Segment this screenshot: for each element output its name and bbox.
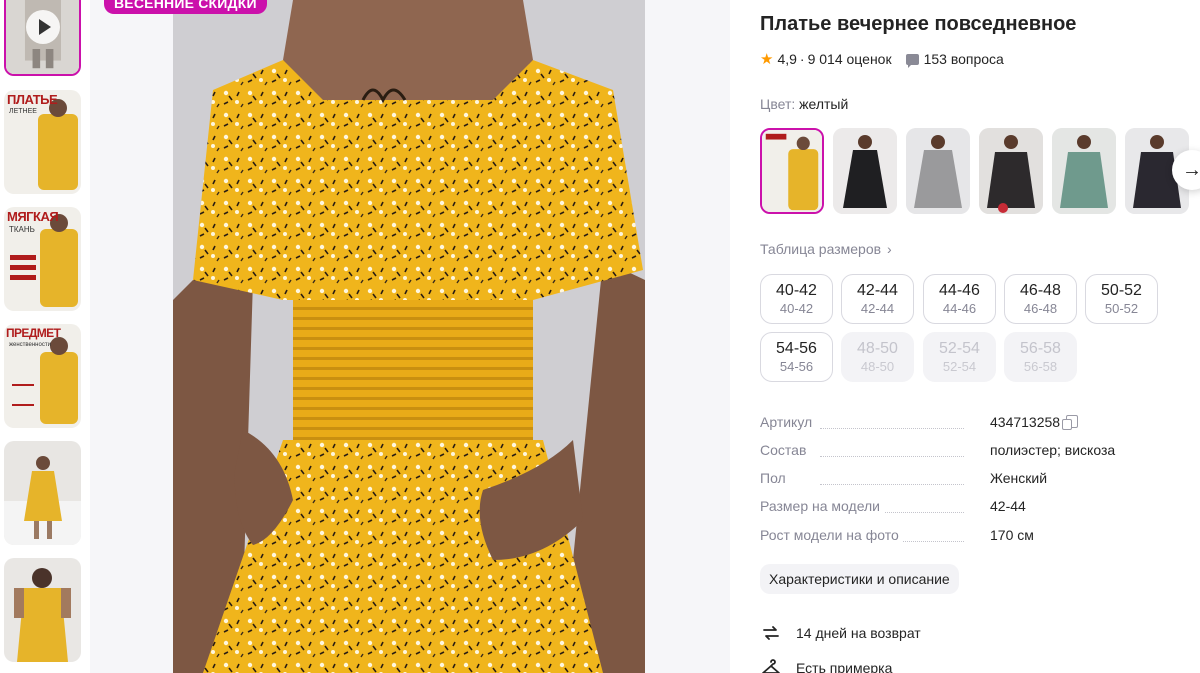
size-ru: 46-48 — [1020, 282, 1061, 299]
color-row: Цвет: желтый — [760, 96, 848, 112]
spec-row-gender: Пол Женский — [760, 470, 1200, 490]
size-alt: 50-52 — [1104, 301, 1139, 316]
thumbnail-3-sub: ТКАНЬ — [9, 225, 35, 234]
product-page: ПЛАТЬЕ ЛЕТНЕЕ МЯГКАЯ ТКАНЬ ПРЕДМЕТ женст… — [0, 0, 1200, 673]
size-ru: 40-42 — [776, 282, 817, 299]
main-product-photo[interactable] — [173, 0, 645, 673]
size-option-unavailable: 52-54 52-54 — [923, 332, 996, 382]
rating-separator: · — [799, 51, 805, 67]
thumbnail-2-sub: ЛЕТНЕЕ — [9, 108, 37, 115]
thumbnail-3[interactable]: МЯГКАЯ ТКАНЬ — [4, 207, 81, 311]
arrow-right-icon: → — [1182, 158, 1200, 181]
color-label: Цвет: — [760, 96, 796, 112]
swatch-green[interactable] — [1052, 128, 1116, 214]
product-info-panel: Платье вечернее повседневное ★ 4,9 · 9 0… — [760, 0, 1200, 673]
size-alt: 52-54 — [942, 359, 977, 374]
size-option[interactable]: 42-44 42-44 — [841, 274, 914, 324]
spec-key: Состав — [760, 442, 811, 458]
thumbnail-strip: ПЛАТЬЕ ЛЕТНЕЕ МЯГКАЯ ТКАНЬ ПРЕДМЕТ женст… — [0, 0, 90, 673]
feature-text: 14 дней на возврат — [796, 625, 921, 641]
color-value: желтый — [799, 96, 849, 112]
size-alt: 42-44 — [860, 301, 895, 316]
swatch-black[interactable] — [833, 128, 897, 214]
spec-key: Артикул — [760, 414, 817, 430]
characteristics-button[interactable]: Характеристики и описание — [760, 564, 959, 594]
spec-leader — [820, 484, 964, 485]
play-icon[interactable] — [26, 10, 60, 44]
size-option[interactable]: 50-52 50-52 — [1085, 274, 1158, 324]
questions-icon — [905, 53, 919, 68]
size-ru: 44-46 — [939, 282, 980, 299]
size-ru: 48-50 — [857, 340, 898, 357]
feature-text: Есть примерка — [796, 660, 893, 673]
promo-badge[interactable]: ВЕСЕННИЕ СКИДКИ — [104, 0, 267, 14]
product-title: Платье вечернее повседневное — [760, 13, 1077, 35]
spec-value: 42-44 — [990, 498, 1026, 514]
copy-icon[interactable] — [1062, 415, 1079, 430]
size-alt: 54-56 — [779, 359, 814, 374]
chevron-right-icon: › — [887, 241, 892, 257]
spec-value: полиэстер; вискоза — [990, 442, 1116, 458]
spec-row-model-height: Рост модели на фото 170 см — [760, 527, 1200, 547]
spec-value: 434713258 — [990, 414, 1079, 430]
thumbnail-2-headline: ПЛАТЬЕ — [7, 92, 58, 107]
swatch-dark-floral[interactable] — [979, 128, 1043, 214]
questions-count[interactable]: 153 вопроса — [924, 51, 1004, 67]
size-option[interactable]: 54-56 54-56 — [760, 332, 833, 382]
size-alt: 56-58 — [1023, 359, 1058, 374]
size-ru: 50-52 — [1101, 282, 1142, 299]
thumbnail-4[interactable]: ПРЕДМЕТ женственности — [4, 324, 81, 428]
size-ru: 52-54 — [939, 340, 980, 357]
spec-key: Рост модели на фото — [760, 527, 903, 543]
size-ru: 42-44 — [857, 282, 898, 299]
thumbnail-3-headline: МЯГКАЯ — [7, 209, 59, 224]
reviews-count[interactable]: 9 014 оценок — [808, 51, 892, 67]
thumbnail-4-headline: ПРЕДМЕТ — [6, 326, 61, 340]
color-swatches — [760, 128, 1200, 214]
spec-row-article: Артикул 434713258 — [760, 414, 1200, 434]
size-alt: 44-46 — [942, 301, 977, 316]
size-option[interactable]: 46-48 46-48 — [1004, 274, 1077, 324]
thumbnail-5[interactable] — [4, 441, 81, 545]
size-ru: 54-56 — [776, 340, 817, 357]
spec-key: Размер на модели — [760, 498, 884, 514]
spec-leader — [820, 456, 964, 457]
spec-row-composition: Состав полиэстер; вискоза — [760, 442, 1200, 462]
size-option[interactable]: 40-42 40-42 — [760, 274, 833, 324]
swatch-yellow[interactable] — [760, 128, 824, 214]
size-alt: 46-48 — [1023, 301, 1058, 316]
thumbnail-2[interactable]: ПЛАТЬЕ ЛЕТНЕЕ — [4, 90, 81, 194]
size-table-label: Таблица размеров — [760, 241, 882, 257]
spec-key: Пол — [760, 470, 790, 486]
spec-row-model-size: Размер на модели 42-44 — [760, 498, 1200, 518]
size-table-link[interactable]: Таблица размеров › — [760, 241, 892, 257]
hanger-icon — [760, 657, 782, 673]
thumbnail-4-sub: женственности — [9, 342, 51, 348]
size-option[interactable]: 44-46 44-46 — [923, 274, 996, 324]
spec-value: Женский — [990, 470, 1048, 486]
size-alt: 40-42 — [779, 301, 814, 316]
spec-leader — [820, 428, 964, 429]
swatch-gray[interactable] — [906, 128, 970, 214]
size-option-unavailable: 48-50 48-50 — [841, 332, 914, 382]
feature-returns: 14 дней на возврат — [760, 622, 921, 644]
size-option-unavailable: 56-58 56-58 — [1004, 332, 1077, 382]
article-number: 434713258 — [990, 414, 1061, 430]
star-icon: ★ — [760, 51, 774, 68]
rating-row[interactable]: ★ 4,9 · 9 014 оценок 153 вопроса — [760, 50, 1004, 68]
size-alt: 48-50 — [860, 359, 895, 374]
thumbnail-video[interactable] — [4, 0, 81, 76]
thumbnail-6[interactable] — [4, 558, 81, 662]
return-arrows-icon — [760, 622, 782, 644]
rating-value: 4,9 — [777, 51, 797, 67]
spec-value: 170 см — [990, 527, 1034, 543]
feature-fitting: Есть примерка — [760, 657, 892, 673]
size-ru: 56-58 — [1020, 340, 1061, 357]
